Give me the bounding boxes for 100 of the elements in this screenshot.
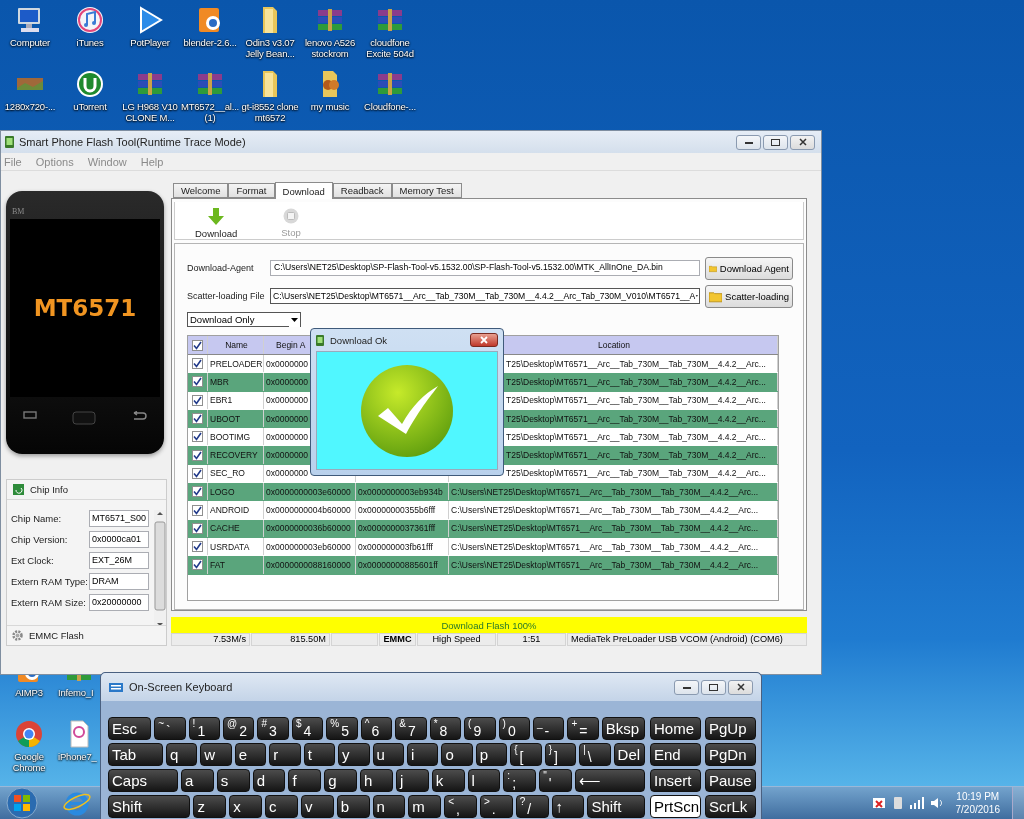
maximize-button[interactable] (763, 134, 788, 150)
close-button[interactable] (728, 679, 753, 695)
keyboard-key[interactable]: w (200, 743, 232, 766)
keyboard-key[interactable]: Del (613, 743, 645, 766)
keyboard-key[interactable]: {[ (510, 743, 542, 766)
input-field[interactable]: EXT_26M (89, 552, 149, 569)
keyboard-key[interactable]: s (216, 769, 250, 792)
checkbox[interactable] (192, 376, 203, 388)
checkbox[interactable] (192, 413, 203, 425)
desktop-icon-label[interactable]: Cloudfone-... (364, 101, 416, 112)
keyboard-key[interactable]: j (395, 769, 429, 792)
tab[interactable]: Download (274, 182, 333, 199)
keyboard-key[interactable]: Home (650, 717, 701, 740)
keyboard-key[interactable]: q (165, 743, 198, 766)
keyboard-key[interactable]: r (269, 743, 301, 766)
checkbox[interactable] (192, 394, 203, 406)
keyboard-key[interactable]: g (324, 769, 358, 792)
keyboard-key[interactable]: l (467, 769, 501, 792)
keyboard-key[interactable]: u (372, 743, 404, 766)
tab[interactable]: Memory Test (391, 183, 462, 198)
tab[interactable]: Readback (332, 183, 392, 198)
desktop-icon-label[interactable]: lenovo A526 stockrom (300, 37, 360, 59)
desktop-icon-label[interactable]: cloudfone Excite 504d (360, 37, 420, 59)
keyboard-key[interactable]: p (475, 743, 508, 766)
close-button[interactable] (470, 333, 498, 347)
keyboard-key[interactable]: m (408, 795, 442, 818)
keyboard-key[interactable]: e (234, 743, 267, 766)
keyboard-key[interactable]: PgUp (705, 717, 756, 740)
keyboard-key[interactable]: Bksp (601, 717, 645, 740)
keyboard-key[interactable]: &7 (395, 717, 427, 740)
keyboard-key[interactable]: h (360, 769, 393, 792)
input-field[interactable]: C:\Users\NET25\Desktop\SP-Flash-Tool-v5.1532.00\SP-Flash-Tool-v5.1532.00\MTK_AllInOne_DA.bin (270, 260, 700, 276)
keyboard-key[interactable]: }] (544, 743, 577, 766)
tab[interactable]: Welcome (173, 183, 229, 198)
browse-button[interactable]: Download Agent (705, 256, 793, 280)
network-warning-icon[interactable] (871, 796, 886, 810)
desktop-icon-label[interactable]: 1280x720-... (4, 101, 56, 112)
start-button[interactable] (4, 787, 40, 819)
keyboard-key[interactable]: *8 (429, 717, 462, 740)
keyboard-key[interactable]: Insert (650, 769, 701, 792)
keyboard-key[interactable]: x (229, 795, 263, 818)
input-field[interactable]: MT6571_S00 (89, 510, 149, 527)
desktop-icon-label[interactable]: gt-i8552 clone mt6572 (240, 101, 300, 123)
keyboard-key[interactable]: (9 (464, 717, 496, 740)
volume-icon[interactable] (929, 797, 944, 809)
checkbox[interactable] (192, 467, 203, 479)
toolbar-button[interactable]: Download (195, 208, 238, 239)
keyboard-key[interactable]: %5 (326, 717, 358, 740)
keyboard-key[interactable]: c (265, 795, 298, 818)
checkbox[interactable] (192, 541, 203, 553)
keyboard-key[interactable]: "' (539, 769, 572, 792)
keyboard-key[interactable]: ~` (154, 717, 186, 740)
desktop-icon-label[interactable]: my music (310, 101, 350, 112)
keyboard-key[interactable]: v (300, 795, 334, 818)
keyboard-key[interactable]: n (372, 795, 406, 818)
keyboard-key[interactable]: += (567, 717, 599, 740)
keyboard-key[interactable]: ?/ (515, 795, 549, 818)
keyboard-key[interactable]: >. (479, 795, 513, 818)
keyboard-key[interactable]: i (406, 743, 439, 766)
keyboard-key[interactable]: o (441, 743, 473, 766)
keyboard-key[interactable]: d (252, 769, 286, 792)
keyboard-key[interactable]: Esc (108, 717, 152, 740)
desktop-icon-label[interactable]: iTunes (76, 37, 104, 48)
scrollbar[interactable] (154, 510, 166, 625)
desktop-icon-label[interactable]: LG H968 V10 CLONE M... (120, 101, 180, 123)
keyboard-key[interactable]: _- (532, 717, 565, 740)
keyboard-key[interactable]: @2 (223, 717, 255, 740)
keyboard-key[interactable]: :; (503, 769, 537, 792)
checkbox[interactable] (192, 559, 203, 571)
checkbox[interactable] (192, 504, 203, 516)
keyboard-key[interactable]: Pause (705, 769, 756, 792)
signal-icon[interactable] (909, 797, 924, 809)
input-field[interactable]: DRAM (89, 573, 149, 590)
keyboard-key[interactable]: <, (444, 795, 477, 818)
clock[interactable]: 10:19 PM 7/20/2016 (949, 790, 1006, 816)
keyboard-key[interactable]: z (193, 795, 227, 818)
dropdown[interactable]: C:\Users\NET25\Desktop\MT6571__Arc__Tab_730M__Tab_730M__4.4.2__Arc_Tab_730M_V010\MT6571__A (270, 288, 700, 304)
keyboard-key[interactable]: Shift (108, 795, 191, 818)
desktop-icon-label[interactable]: uTorrent (73, 101, 107, 112)
maximize-button[interactable] (701, 679, 726, 695)
keyboard-key[interactable]: ⟵ (574, 769, 645, 792)
column-header[interactable]: Name (208, 336, 264, 354)
input-field[interactable]: 0x0000ca01 (89, 531, 149, 548)
checkbox[interactable] (192, 431, 203, 443)
desktop-icon-label[interactable]: Odin3 v3.07 Jelly Bean... (240, 37, 300, 59)
desktop-icon-label[interactable]: MT6572__al... (1) (180, 101, 240, 123)
keyboard-key[interactable]: Caps (108, 769, 179, 792)
keyboard-key[interactable]: ^6 (360, 717, 393, 740)
checkbox[interactable] (192, 486, 203, 498)
browse-button[interactable]: Scatter-loading (705, 284, 793, 308)
keyboard-key[interactable]: Shift (587, 795, 645, 818)
keyboard-key[interactable]: b (336, 795, 370, 818)
keyboard-key[interactable]: a (181, 769, 214, 792)
device-icon[interactable] (891, 796, 904, 810)
keyboard-key[interactable]: #3 (257, 717, 289, 740)
keyboard-key[interactable]: y (338, 743, 370, 766)
input-field[interactable]: 0x20000000 (89, 594, 149, 611)
keyboard-key[interactable]: ScrLk (705, 795, 756, 818)
keyboard-key[interactable]: !1 (188, 717, 221, 740)
keyboard-key[interactable]: k (431, 769, 465, 792)
